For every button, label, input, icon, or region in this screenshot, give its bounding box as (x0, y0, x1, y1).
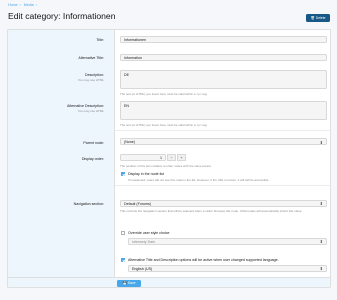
title-input[interactable]: Informationen (120, 35, 327, 43)
nav-section-select[interactable]: Default (Forums) ⬍ (120, 199, 327, 207)
display-in-list-note: If unselected, users will not see this n… (128, 177, 270, 182)
language-value: English (US) (132, 266, 153, 271)
breadcrumb-sep: › (35, 3, 37, 7)
override-style-checkbox[interactable] (121, 231, 125, 235)
trash-icon: 🗑 (310, 16, 315, 20)
breadcrumb-home[interactable]: Home (8, 3, 18, 7)
alt-title-desc-checkbox[interactable] (121, 258, 125, 262)
chevron-down-icon: ⬍ (319, 239, 323, 244)
style-select[interactable]: Intensety Dark ⬍ (128, 237, 327, 245)
delete-button[interactable]: 🗑 Delete (306, 14, 330, 22)
alt-title-label: Alternative Title: (78, 56, 104, 60)
breadcrumb-media[interactable]: Media (24, 3, 34, 7)
alt-description-hint: You may use HTML (77, 109, 104, 113)
chevron-down-icon: ⬍ (319, 266, 323, 271)
save-label: Save (127, 281, 136, 285)
override-style-label: Override user style choice (128, 231, 170, 235)
alt-description-note: The text (or HTML) you insert here must … (120, 122, 208, 127)
description-hint: You may use HTML (77, 78, 104, 82)
alt-title-desc-label: Alternative Title and Description option… (128, 258, 279, 262)
nav-section-label: Navigation section: (73, 202, 104, 206)
chevron-down-icon: ⬍ (319, 201, 323, 206)
style-value: Intensety Dark (132, 239, 156, 244)
language-select[interactable]: English (US) ⬍ (128, 264, 327, 272)
chevron-down-icon: ⬍ (319, 139, 323, 145)
divider (115, 185, 332, 186)
title-label: Title: (96, 38, 104, 42)
parent-value: (None) (124, 140, 135, 145)
increment-button[interactable]: + (177, 154, 186, 161)
divider (115, 130, 332, 131)
display-order-label: Display order: (81, 156, 104, 161)
breadcrumb-sep: › (19, 3, 21, 7)
breadcrumb: Home › Media › (8, 3, 39, 7)
description-label: Description: (85, 73, 104, 77)
nav-section-value: Default (Forums) (124, 201, 151, 206)
display-order-note: The position of this item relative to ot… (120, 163, 212, 168)
form-footer: 💾 Save (8, 277, 330, 287)
description-note: The text (or HTML) you insert here must … (120, 91, 208, 96)
delete-label: Delete (315, 16, 326, 20)
parent-select[interactable]: (None) ⬍ (120, 138, 327, 145)
display-in-list-label: Display in the node list (128, 172, 164, 176)
description-textarea[interactable]: DE (120, 70, 327, 89)
save-button[interactable]: 💾 Save (117, 279, 141, 287)
alt-description-textarea[interactable]: EN (120, 101, 327, 120)
plus-icon: + (180, 155, 183, 160)
edit-form-panel: Title: Informationen Alternative Title: … (7, 29, 332, 288)
decrement-button[interactable]: − (167, 154, 176, 161)
display-order-input[interactable]: 1 (120, 154, 166, 161)
display-in-list-checkbox[interactable] (121, 172, 125, 176)
nav-section-note: This controls the navigation section tha… (120, 209, 303, 213)
parent-label: Parent node: (83, 140, 104, 145)
save-icon: 💾 (122, 281, 127, 285)
minus-icon: − (170, 155, 173, 160)
alt-title-input[interactable]: Information (120, 53, 327, 61)
alt-description-label: Alternative Description: (67, 104, 104, 108)
page-title: Edit category: Informationen (8, 11, 116, 21)
